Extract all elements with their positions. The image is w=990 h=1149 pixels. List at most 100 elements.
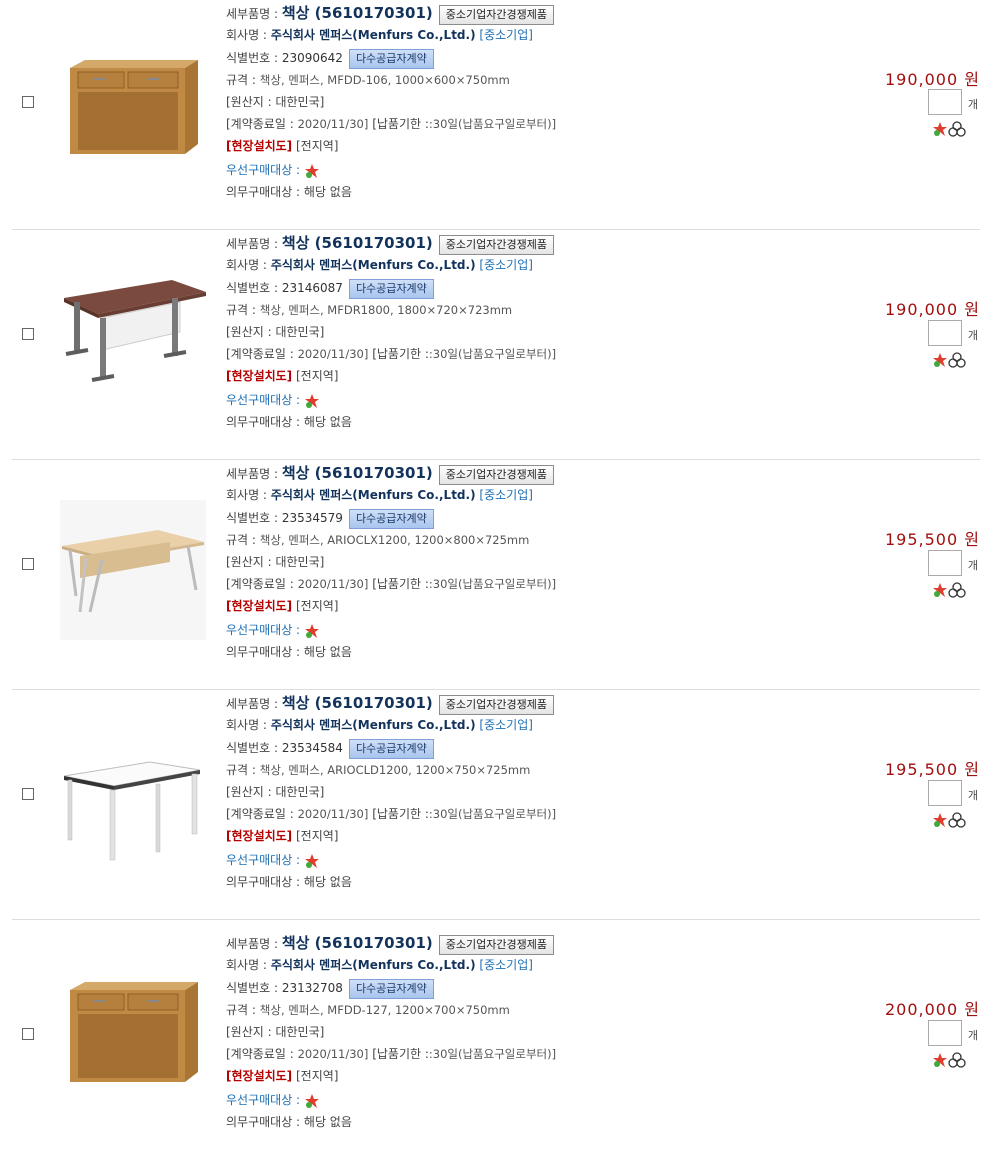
- product-image[interactable]: [60, 970, 206, 1090]
- id-label: 식별번호 :: [226, 741, 279, 755]
- price: 195,500 원: [780, 526, 980, 550]
- priority-purchase-label: 우선구매대상 :: [226, 393, 301, 407]
- contract-end-label: [계약종료일 :: [226, 1047, 294, 1061]
- unit-label: 개: [967, 789, 978, 802]
- company-name-link[interactable]: 주식회사 멘퍼스(Menfurs Co.,Ltd.): [271, 958, 476, 972]
- spec-label: 규격 :: [226, 303, 256, 317]
- delivery-label: [납품기한 :: [372, 347, 429, 361]
- green-certification-icon[interactable]: [932, 352, 948, 368]
- install-label: [현장설치도]: [226, 599, 293, 613]
- mandatory-purchase: 의무구매대상 : 해당 없음: [226, 645, 352, 659]
- select-checkbox[interactable]: [22, 1028, 34, 1040]
- id-label: 식별번호 :: [226, 281, 279, 295]
- sme-competition-badge[interactable]: 중소기업자간경쟁제품: [438, 4, 554, 25]
- product-row: 세부품명 : 책상 (5610170301) 중소기업자간경쟁제품 회사명 : 주…: [12, 460, 980, 690]
- product-row: 세부품명 : 책상 (5610170301) 중소기업자간경쟁제품 회사명 : 주…: [12, 920, 980, 1149]
- sme-competition-badge[interactable]: 중소기업자간경쟁제품: [438, 464, 554, 485]
- product-name-label: 세부품명 :: [226, 7, 279, 21]
- company-label: 회사명 :: [226, 258, 267, 272]
- priority-purchase-icon[interactable]: [304, 393, 320, 409]
- spec-value: 책상, 멘퍼스, MFDR1800, 1800×720×723mm: [259, 303, 513, 317]
- id-label: 식별번호 :: [226, 511, 279, 525]
- select-checkbox[interactable]: [22, 558, 34, 570]
- product-name-label: 세부품명 :: [226, 937, 279, 951]
- price: 195,500 원: [780, 756, 980, 780]
- price-value: 200,000: [885, 1000, 959, 1019]
- company-name-link[interactable]: 주식회사 멘퍼스(Menfurs Co.,Ltd.): [271, 718, 476, 732]
- product-name-link[interactable]: 책상 (5610170301): [282, 934, 433, 952]
- sme-competition-badge[interactable]: 중소기업자간경쟁제품: [438, 694, 554, 715]
- multiple-supplier-badge[interactable]: 다수공급자계약: [348, 48, 434, 69]
- recycle-mark-icon[interactable]: [948, 812, 966, 828]
- mandatory-purchase: 의무구매대상 : 해당 없음: [226, 1115, 352, 1129]
- sme-competition-badge[interactable]: 중소기업자간경쟁제품: [438, 234, 554, 255]
- mandatory-purchase: 의무구매대상 : 해당 없음: [226, 415, 352, 429]
- delivery-value: :30일(납품요구일로부터)]: [428, 347, 557, 361]
- product-list: 세부품명 : 책상 (5610170301) 중소기업자간경쟁제품 회사명 : 주…: [12, 0, 980, 1149]
- quantity-input[interactable]: [928, 550, 962, 576]
- recycle-mark-icon[interactable]: [948, 121, 966, 137]
- spec-value: 책상, 멘퍼스, ARIOCLX1200, 1200×800×725mm: [259, 533, 530, 547]
- select-checkbox[interactable]: [22, 96, 34, 108]
- install-label: [현장설치도]: [226, 369, 293, 383]
- unit-label: 개: [967, 98, 978, 111]
- priority-purchase-icon[interactable]: [304, 1093, 320, 1109]
- multiple-supplier-badge[interactable]: 다수공급자계약: [348, 508, 434, 529]
- contract-end-value: 2020/11/30]: [297, 347, 369, 361]
- spec-label: 규격 :: [226, 533, 256, 547]
- contract-end-value: 2020/11/30]: [297, 117, 369, 131]
- product-image[interactable]: [60, 276, 206, 396]
- currency: 원: [964, 760, 980, 779]
- currency: 원: [964, 300, 980, 319]
- product-name-link[interactable]: 책상 (5610170301): [282, 464, 433, 482]
- multiple-supplier-badge[interactable]: 다수공급자계약: [348, 738, 434, 759]
- green-certification-icon[interactable]: [932, 121, 948, 137]
- product-image[interactable]: [60, 746, 206, 866]
- company-name-link[interactable]: 주식회사 멘퍼스(Menfurs Co.,Ltd.): [271, 488, 476, 502]
- quantity-input[interactable]: [928, 320, 962, 346]
- contract-end-value: 2020/11/30]: [297, 1047, 369, 1061]
- price-value: 195,500: [885, 530, 959, 549]
- install-region: [전지역]: [296, 369, 339, 383]
- quantity-input[interactable]: [928, 780, 962, 806]
- green-certification-icon[interactable]: [932, 812, 948, 828]
- green-certification-icon[interactable]: [932, 1052, 948, 1068]
- quantity-input[interactable]: [928, 1020, 962, 1046]
- priority-purchase-icon[interactable]: [304, 623, 320, 639]
- origin: [원산지 : 대한민국]: [226, 1025, 325, 1039]
- price: 200,000 원: [780, 996, 980, 1020]
- contract-end-value: 2020/11/30]: [297, 577, 369, 591]
- action-icons: [932, 352, 980, 372]
- priority-purchase-icon[interactable]: [304, 163, 320, 179]
- priority-purchase-icon[interactable]: [304, 853, 320, 869]
- recycle-mark-icon[interactable]: [948, 582, 966, 598]
- multiple-supplier-badge[interactable]: 다수공급자계약: [348, 978, 434, 999]
- product-image[interactable]: [60, 500, 206, 640]
- unit-label: 개: [967, 1029, 978, 1042]
- company-label: 회사명 :: [226, 958, 267, 972]
- price-value: 190,000: [885, 70, 959, 89]
- select-checkbox[interactable]: [22, 788, 34, 800]
- company-label: 회사명 :: [226, 718, 267, 732]
- company-name-link[interactable]: 주식회사 멘퍼스(Menfurs Co.,Ltd.): [271, 28, 476, 42]
- delivery-value: :30일(납품요구일로부터)]: [428, 117, 557, 131]
- multiple-supplier-badge[interactable]: 다수공급자계약: [348, 278, 434, 299]
- delivery-label: [납품기한 :: [372, 577, 429, 591]
- delivery-value: :30일(납품요구일로부터)]: [428, 577, 557, 591]
- sme-competition-badge[interactable]: 중소기업자간경쟁제품: [438, 934, 554, 955]
- recycle-mark-icon[interactable]: [948, 352, 966, 368]
- company-label: 회사명 :: [226, 28, 267, 42]
- contract-end-value: 2020/11/30]: [297, 807, 369, 821]
- spec-label: 규격 :: [226, 763, 256, 777]
- company-name-link[interactable]: 주식회사 멘퍼스(Menfurs Co.,Ltd.): [271, 258, 476, 272]
- price: 190,000 원: [780, 66, 980, 90]
- product-name-link[interactable]: 책상 (5610170301): [282, 234, 433, 252]
- currency: 원: [964, 70, 980, 89]
- quantity-input[interactable]: [928, 89, 962, 115]
- product-name-link[interactable]: 책상 (5610170301): [282, 694, 433, 712]
- green-certification-icon[interactable]: [932, 582, 948, 598]
- recycle-mark-icon[interactable]: [948, 1052, 966, 1068]
- product-name-link[interactable]: 책상 (5610170301): [282, 4, 433, 22]
- select-checkbox[interactable]: [22, 328, 34, 340]
- product-image[interactable]: [60, 48, 206, 168]
